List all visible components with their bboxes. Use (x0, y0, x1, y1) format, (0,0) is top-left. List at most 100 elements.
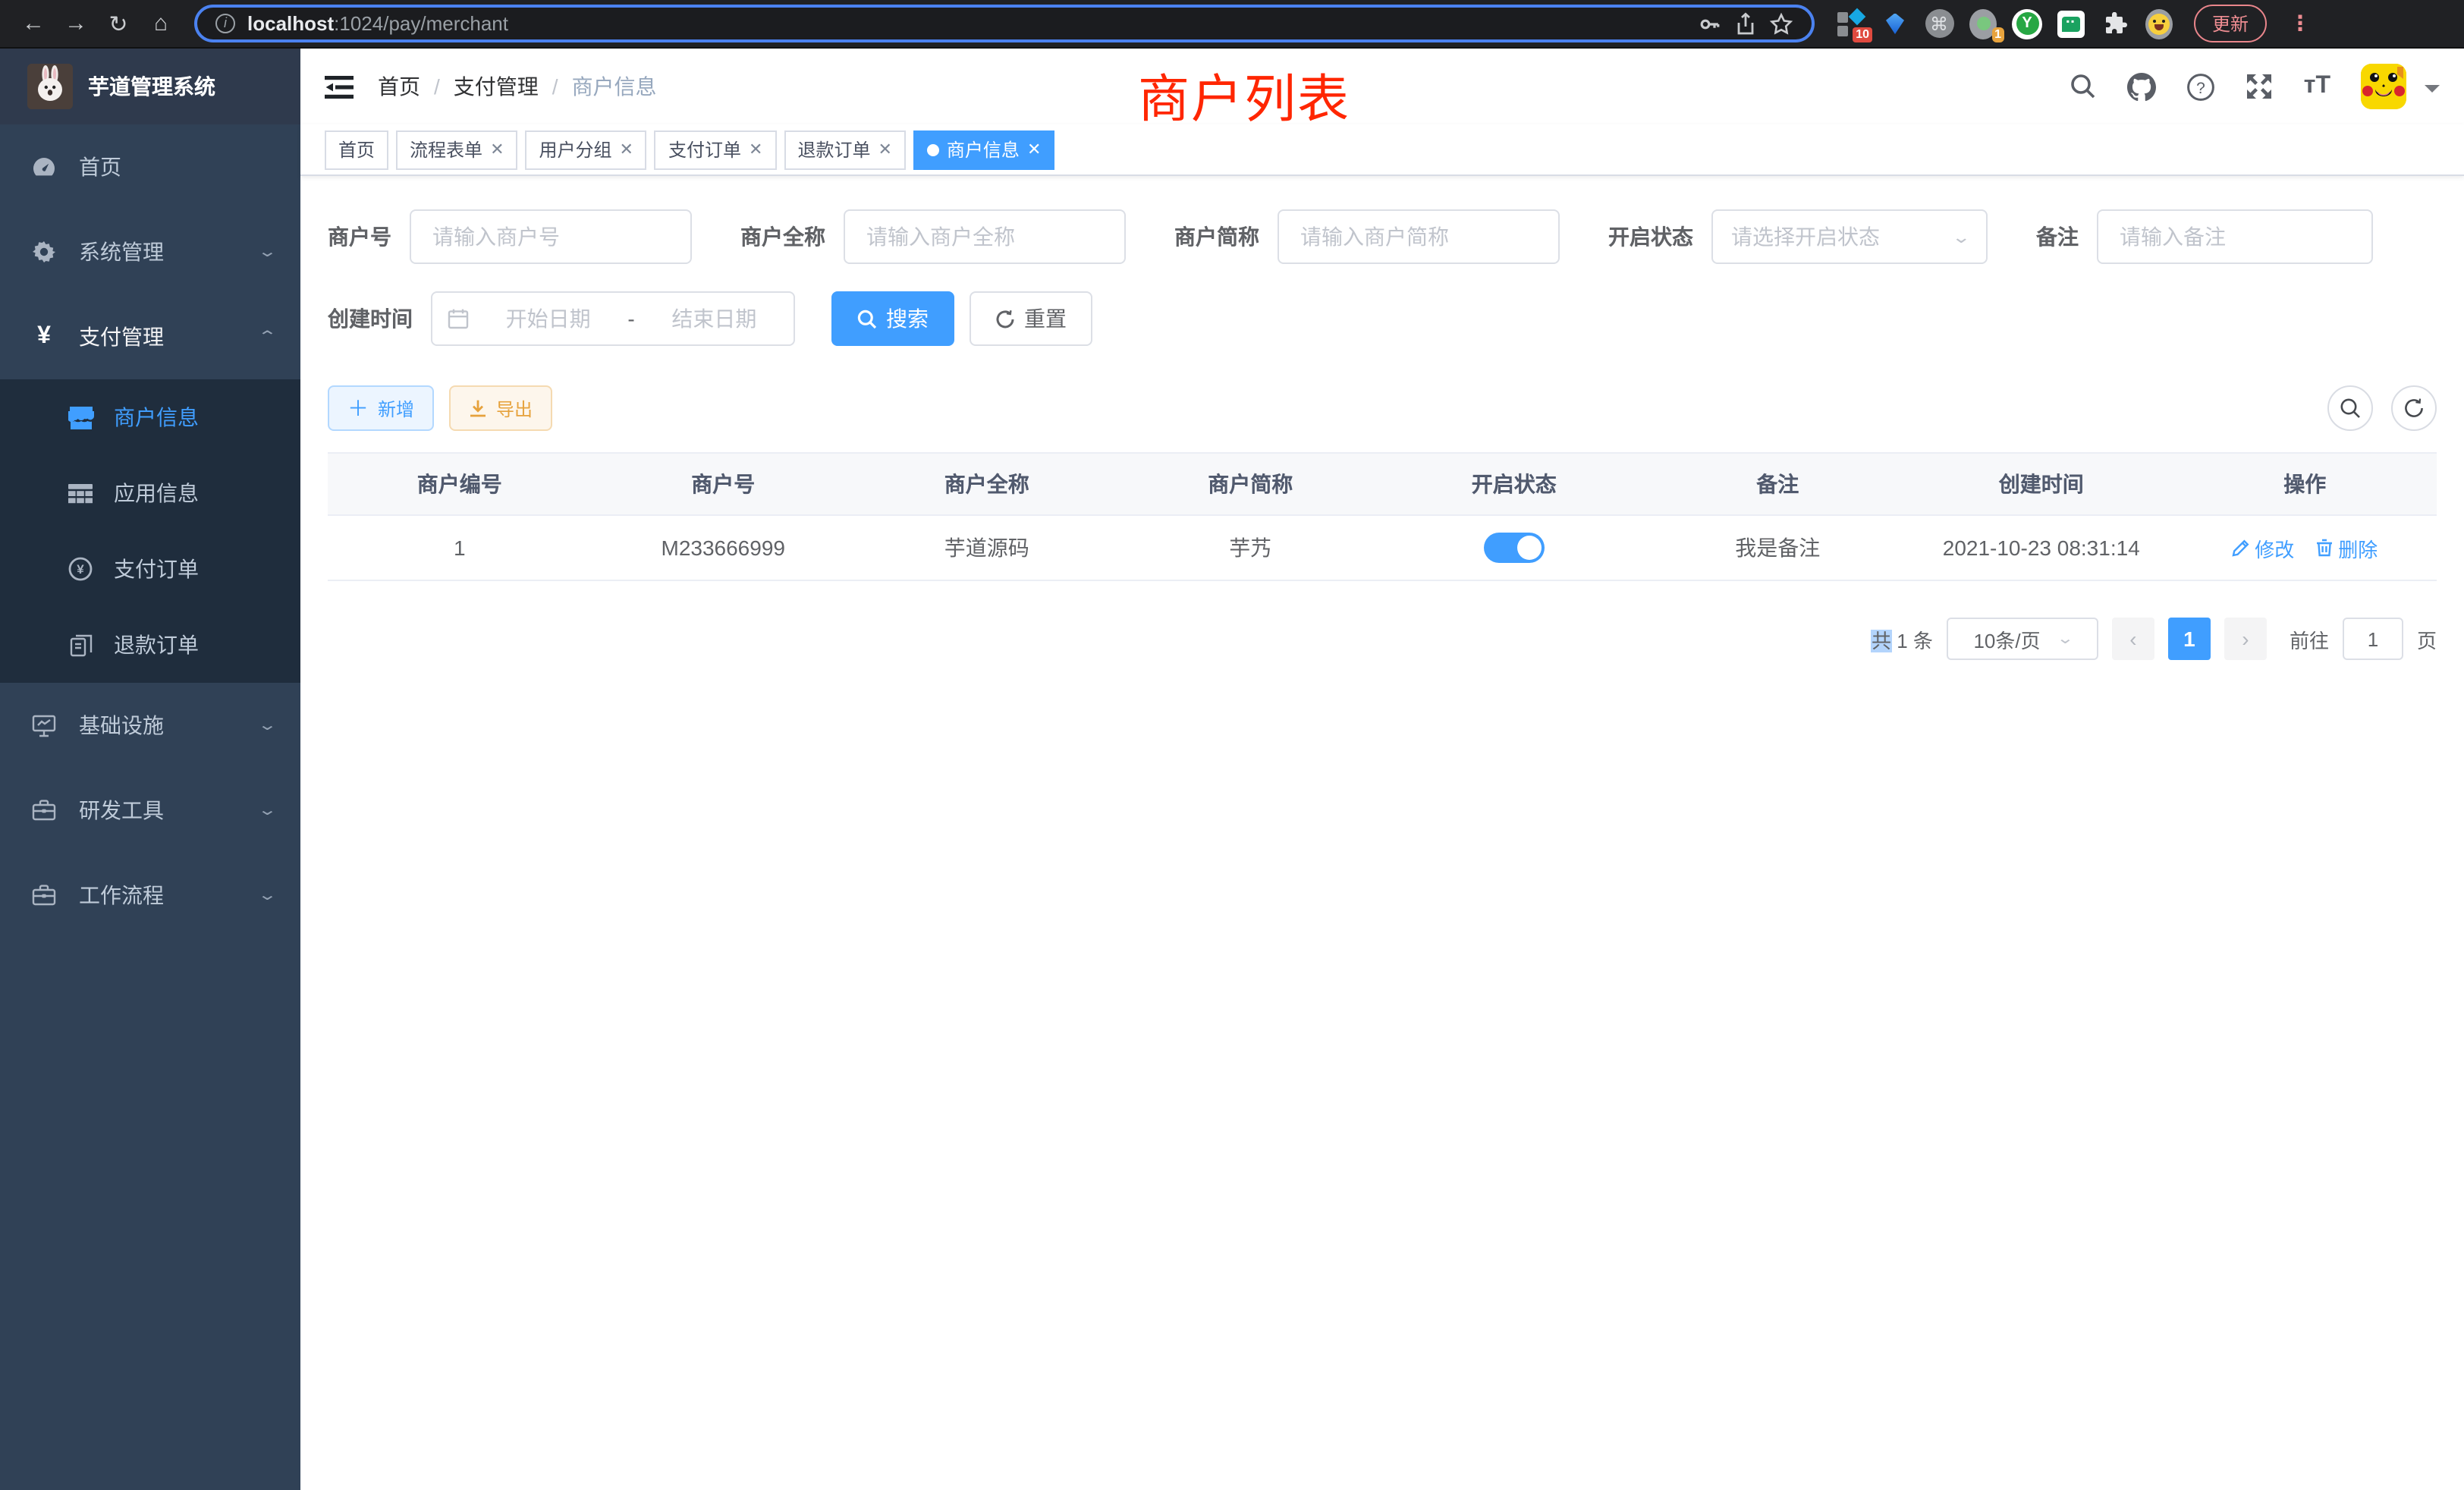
create-time-label: 创建时间 (328, 303, 413, 334)
sidebar-item-merchant[interactable]: 商户信息 (0, 379, 300, 455)
chevron-down-icon: ⌄ (256, 717, 277, 734)
browser-back-icon[interactable]: ← (15, 5, 52, 42)
url-text: localhost:1024/pay/merchant (247, 12, 1686, 35)
password-key-icon[interactable] (1698, 11, 1722, 36)
sidebar-item-devtool[interactable]: 研发工具 ⌄ (0, 768, 300, 853)
breadcrumb-home[interactable]: 首页 (378, 71, 420, 102)
page-size-select[interactable]: 10条/页 ⌄ (1947, 618, 2098, 660)
merchant-short-input[interactable] (1278, 209, 1560, 264)
tab-flow-form[interactable]: 流程表单✕ (396, 130, 517, 169)
reset-button[interactable]: 重置 (970, 291, 1092, 346)
store-icon (67, 406, 94, 429)
sidebar-item-workflow[interactable]: 工作流程 ⌄ (0, 853, 300, 938)
close-icon[interactable]: ✕ (490, 140, 504, 159)
prev-page-button[interactable]: ‹ (2112, 618, 2154, 660)
cell-merchant-no: M233666999 (592, 516, 856, 580)
sidebar-item-app-info[interactable]: 应用信息 (0, 455, 300, 531)
github-icon[interactable] (2128, 72, 2157, 101)
help-icon[interactable]: ? (2187, 72, 2216, 101)
browser-home-icon[interactable]: ⌂ (143, 5, 179, 42)
extension-gem-icon[interactable] (1880, 8, 1910, 39)
screen: ← → ↻ ⌂ i localhost:1024/pay/merchant 10 (0, 0, 2464, 1490)
merchant-no-input[interactable] (410, 209, 692, 264)
tab-pay-order[interactable]: 支付订单✕ (655, 130, 776, 169)
sidebar-toggle-icon[interactable] (325, 74, 354, 99)
sidebar-item-refund-order[interactable]: 退款订单 (0, 607, 300, 683)
extension-chat-icon[interactable]: ▪▪ (2056, 8, 2086, 39)
breadcrumb-pay[interactable]: 支付管理 (454, 71, 539, 102)
add-button[interactable]: ＋ 新增 (328, 385, 434, 431)
bookmark-star-icon[interactable] (1769, 11, 1793, 36)
next-page-button[interactable]: › (2224, 618, 2267, 660)
cell-merchant-name: 芋道源码 (855, 516, 1119, 580)
avatar-dropdown-caret[interactable] (2425, 85, 2440, 100)
close-icon[interactable]: ✕ (749, 140, 762, 159)
merchant-name-input[interactable] (844, 209, 1126, 264)
dashboard-icon (30, 155, 58, 179)
profile-emoji-icon[interactable] (2144, 8, 2174, 39)
goto-page-input[interactable] (2343, 618, 2403, 660)
tab-home[interactable]: 首页 (325, 130, 388, 169)
close-icon[interactable]: ✕ (1027, 140, 1041, 159)
chevron-up-icon: ⌃ (256, 328, 277, 345)
merchant-table: 商户编号 商户号 商户全称 商户简称 开启状态 备注 创建时间 操作 1 M23… (328, 452, 2437, 581)
sidebar-item-home[interactable]: 首页 (0, 124, 300, 209)
merchant-no-label: 商户号 (328, 222, 391, 252)
close-icon[interactable]: ✕ (620, 140, 633, 159)
sidebar-item-system[interactable]: 系统管理 ⌄ (0, 209, 300, 294)
trash-icon (2315, 539, 2334, 557)
font-size-icon[interactable]: ᴛT (2304, 73, 2330, 100)
briefcase-icon (30, 885, 58, 906)
header-search-icon[interactable] (2070, 73, 2098, 100)
browser-reload-icon[interactable]: ↻ (100, 5, 137, 42)
share-icon[interactable] (1734, 11, 1757, 36)
search-button[interactable]: 搜索 (831, 291, 954, 346)
status-toggle[interactable] (1484, 533, 1545, 563)
refresh-table-button[interactable] (2391, 385, 2437, 431)
merchant-name-label: 商户全称 (740, 222, 825, 252)
tab-user-group[interactable]: 用户分组✕ (526, 130, 647, 169)
cell-merchant-id: 1 (328, 516, 592, 580)
start-date-placeholder: 开始日期 (484, 303, 612, 334)
plus-icon: ＋ (347, 393, 369, 423)
cell-merchant-short-name: 芋艿 (1119, 516, 1383, 580)
tab-merchant-active[interactable]: 商户信息✕ (913, 130, 1054, 169)
extension-blocks-icon[interactable]: 10 (1836, 8, 1866, 39)
tab-refund-order[interactable]: 退款订单✕ (784, 130, 905, 169)
sidebar-item-infra[interactable]: 基础设施 ⌄ (0, 683, 300, 768)
svg-text:¥: ¥ (77, 562, 84, 577)
yen-icon: ¥ (30, 323, 58, 350)
extensions-puzzle-icon[interactable] (2100, 8, 2130, 39)
date-range-picker[interactable]: 开始日期 - 结束日期 (431, 291, 795, 346)
merchant-short-label: 商户简称 (1174, 222, 1259, 252)
export-button[interactable]: 导出 (449, 385, 552, 431)
yen-circle-icon: ¥ (67, 557, 94, 581)
browser-forward-icon[interactable]: → (58, 5, 94, 42)
browser-update-button[interactable]: 更新 (2194, 5, 2267, 42)
remark-input[interactable] (2097, 209, 2373, 264)
edit-link[interactable]: 修改 (2232, 533, 2294, 562)
chevron-down-icon: ⌄ (256, 802, 277, 819)
extension-command-icon[interactable]: ⌘ (1924, 8, 1954, 39)
browser-chrome: ← → ↻ ⌂ i localhost:1024/pay/merchant 10 (0, 0, 2464, 49)
delete-link[interactable]: 删除 (2315, 533, 2378, 562)
logo-image (27, 64, 73, 109)
url-bar[interactable]: i localhost:1024/pay/merchant (194, 5, 1815, 42)
user-avatar[interactable] (2361, 64, 2406, 109)
sidebar-item-pay-order[interactable]: ¥ 支付订单 (0, 531, 300, 607)
download-icon (469, 399, 487, 417)
sidebar-logo[interactable]: 芋道管理系统 (0, 49, 300, 124)
extension-y-icon[interactable]: Y (2012, 8, 2042, 39)
sidebar-item-pay[interactable]: ¥ 支付管理 ⌃ (0, 294, 300, 379)
status-select[interactable]: 请选择开启状态 ⌄ (1711, 209, 1988, 264)
toggle-search-button[interactable] (2327, 385, 2373, 431)
total-count: 共 1 条 (1872, 624, 1933, 653)
sidebar: 芋道管理系统 首页 系统管理 ⌄ ¥ 支付管理 ⌃ (0, 49, 300, 1490)
extension-avatar-badge-icon[interactable]: 1 (1968, 8, 1998, 39)
info-icon[interactable]: i (215, 14, 235, 33)
current-page-button[interactable]: 1 (2168, 618, 2211, 660)
chevron-down-icon: ⌄ (256, 887, 277, 904)
close-icon[interactable]: ✕ (878, 140, 891, 159)
browser-menu-icon[interactable]: ⋮ (2290, 11, 2311, 36)
fullscreen-icon[interactable] (2246, 73, 2274, 100)
